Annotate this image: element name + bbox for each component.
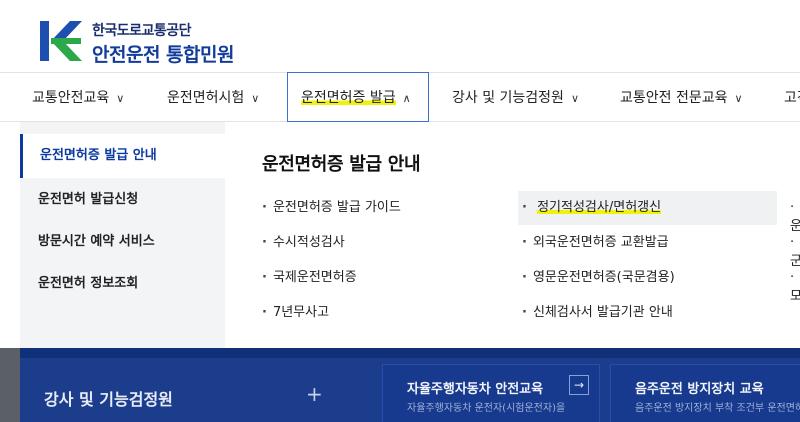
chevron-down-icon: ∨	[570, 92, 580, 105]
link-international-license[interactable]: 국제운전면허증	[262, 261, 357, 295]
link-clipped[interactable]: · 모	[790, 270, 800, 304]
link-label: 운	[790, 219, 800, 234]
chevron-down-icon: ∨	[251, 92, 260, 105]
sidebar-item-issuance-application[interactable]: 운전면허 발급신청	[20, 178, 225, 222]
site-name[interactable]: 안전운전 통합민원	[92, 40, 234, 67]
nav-item-label: 강사 및 기능검정원	[452, 90, 564, 106]
link-periodic-aptitude-renewal[interactable]: 정기적성검사/면허갱신	[518, 191, 777, 225]
nav-item-label: 운전면허증 발급	[301, 90, 396, 107]
link-medical-certificate-institutions[interactable]: 신체검사서 발급기관 안내	[522, 296, 673, 330]
nav-item-professional-education[interactable]: 교통안전 전문교육 ∨	[620, 73, 743, 123]
overlay-left-edge	[0, 348, 20, 422]
link-7-years-accident-free[interactable]: 7년무사고	[262, 296, 329, 330]
card-drunk-driving-prevention-education[interactable]: 음주운전 방지장치 교육 음주운전 방지장치 부착 조건부 운전면허	[610, 364, 800, 422]
card-description: 자율주행자동차 운전자(시험운전자)을	[407, 403, 566, 414]
nav-item-traffic-safety-education[interactable]: 교통안전교육 ∨	[32, 73, 124, 123]
nav-item-label: 고객	[784, 90, 800, 106]
nav-item-license-issuance[interactable]: 운전면허증 발급 ∧	[287, 72, 429, 122]
nav-item-label: 운전면허시험	[167, 90, 245, 106]
chevron-down-icon: ∨	[116, 92, 125, 105]
section-title: 강사 및 기능검정원	[44, 390, 173, 409]
link-occasional-aptitude-test[interactable]: 수시적성검사	[262, 226, 345, 260]
link-label: 모	[790, 289, 800, 304]
background-content-overlay: 강사 및 기능검정원 + 자율주행자동차 안전교육 → 자율주행자동차 운전자(…	[0, 348, 800, 422]
arrow-right-icon[interactable]: →	[569, 375, 589, 395]
link-foreign-license-exchange[interactable]: 외국운전면허증 교환발급	[522, 226, 669, 260]
link-english-license[interactable]: 영문운전면허증(국문겸용)	[522, 261, 675, 295]
overlay-top-strip	[20, 348, 800, 358]
license-issuance-dropdown: 운전면허증 발급 안내 운전면허 발급신청 방문시간 예약 서비스 운전면허 정…	[20, 122, 800, 348]
nav-item-license-exam[interactable]: 운전면허시험 ∨	[167, 73, 259, 123]
dropdown-title: 운전면허증 발급 안내	[262, 154, 421, 175]
nav-item-label: 교통안전교육	[32, 90, 110, 106]
chevron-up-icon: ∧	[402, 92, 411, 105]
card-description: 음주운전 방지장치 부착 조건부 운전면허	[635, 403, 800, 414]
link-clipped[interactable]: · 군	[790, 235, 800, 269]
site-header: 한국도로교통공단 안전운전 통합민원	[0, 0, 800, 72]
koroad-logo-icon[interactable]	[40, 19, 84, 63]
nav-item-instructor-examiner[interactable]: 강사 및 기능검정원 ∨	[452, 73, 579, 123]
org-name: 한국도로교통공단	[92, 23, 192, 39]
card-title: 자율주행자동차 안전교육	[407, 382, 544, 397]
link-clipped[interactable]: · 운	[790, 200, 800, 234]
nav-item-label: 교통안전 전문교육	[620, 90, 728, 106]
chevron-down-icon: ∨	[734, 92, 743, 105]
dropdown-sidebar: 운전면허증 발급 안내 운전면허 발급신청 방문시간 예약 서비스 운전면허 정…	[20, 122, 225, 348]
plus-icon[interactable]: +	[306, 382, 323, 406]
link-label: 정기적성검사/면허갱신	[537, 200, 662, 216]
card-title: 음주운전 방지장치 교육	[635, 382, 764, 397]
link-issuance-guide[interactable]: 운전면허증 발급 가이드	[262, 191, 401, 225]
sidebar-item-issuance-guide[interactable]: 운전면허증 발급 안내	[20, 134, 225, 178]
main-nav: 교통안전교육 ∨ 운전면허시험 ∨ 운전면허증 발급 ∧ 강사 및 기능검정원 ∨ 교통…	[0, 72, 800, 122]
nav-item-customer[interactable]: 고객	[784, 73, 800, 123]
sidebar-item-license-info-lookup[interactable]: 운전면허 정보조회	[20, 262, 225, 306]
link-label: 군	[790, 254, 800, 269]
card-autonomous-vehicle-education[interactable]: 자율주행자동차 안전교육 → 자율주행자동차 운전자(시험운전자)을	[382, 364, 600, 422]
sidebar-item-visit-reservation[interactable]: 방문시간 예약 서비스	[20, 220, 225, 264]
